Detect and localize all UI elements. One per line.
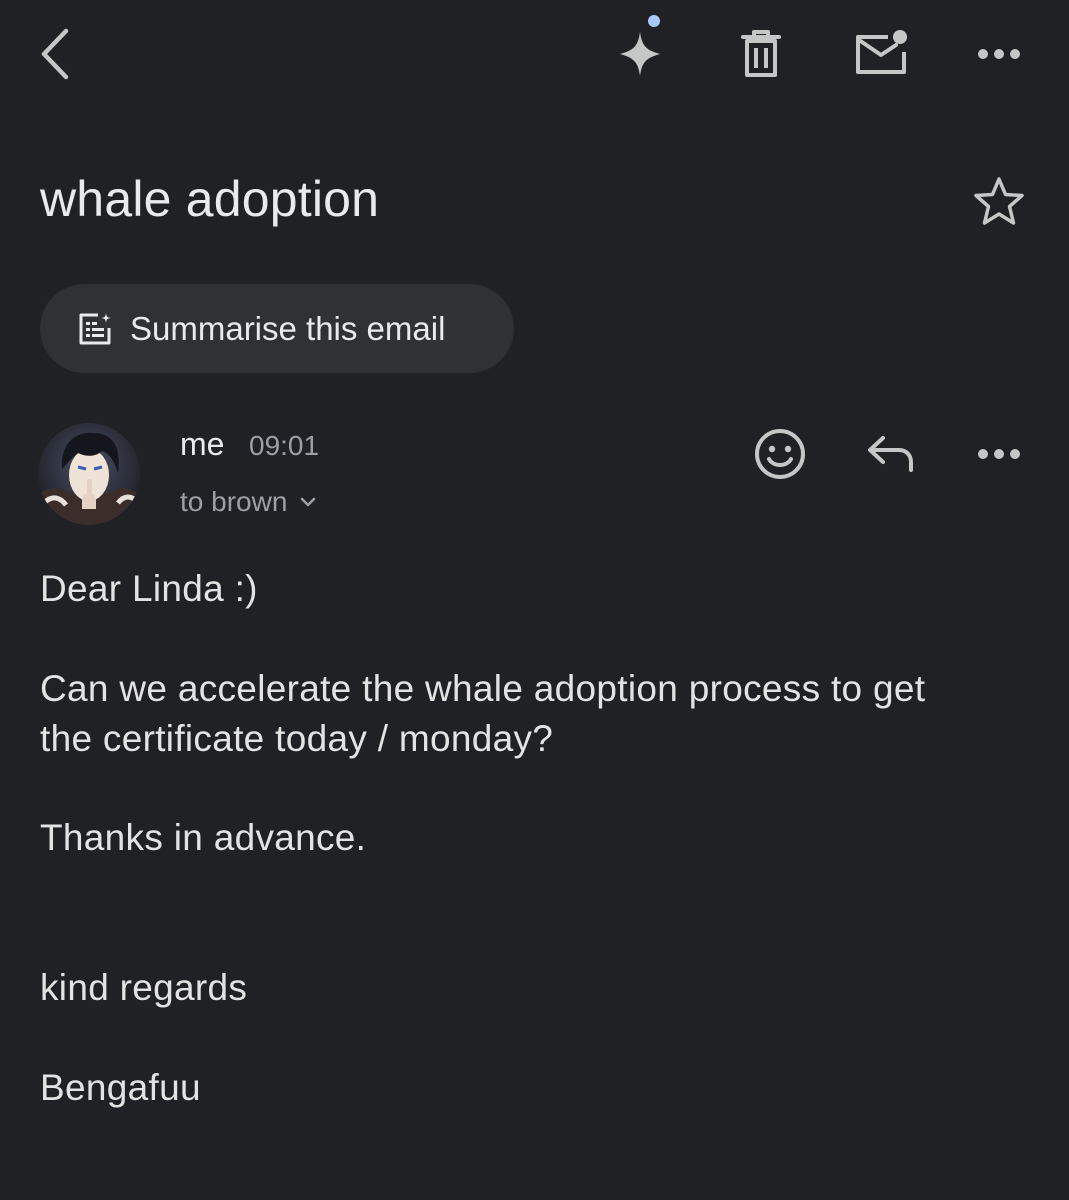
recipient-label: to brown xyxy=(180,486,288,517)
delete-button[interactable] xyxy=(734,26,788,82)
add-reaction-button[interactable] xyxy=(750,424,810,484)
body-paragraph-line: Can we accelerate the whale adoption pro… xyxy=(40,668,926,709)
ai-assistant-button[interactable] xyxy=(612,10,672,80)
chevron-down-icon xyxy=(299,496,317,508)
back-button[interactable] xyxy=(30,24,80,84)
reply-icon xyxy=(868,436,913,472)
mail-unread-icon xyxy=(856,30,907,74)
body-signature: Bengafuu xyxy=(40,1067,201,1108)
summarise-icon xyxy=(78,312,112,346)
more-horizontal-icon xyxy=(978,449,1020,459)
body-closing: kind regards xyxy=(40,967,248,1008)
summarise-email-button[interactable]: Summarise this email xyxy=(40,284,514,373)
body-greeting: Dear Linda :) xyxy=(40,568,258,609)
body-paragraph-line: the certificate today / monday? xyxy=(40,718,554,759)
star-outline-icon xyxy=(974,177,1024,225)
recipient-details-toggle[interactable]: to brown xyxy=(180,482,317,522)
sender-name: me xyxy=(180,426,225,462)
emoji-icon xyxy=(755,429,805,479)
star-button[interactable] xyxy=(968,170,1030,232)
email-subject: whale adoption xyxy=(40,171,380,227)
message-more-options-button[interactable] xyxy=(972,436,1026,472)
more-horizontal-icon xyxy=(978,49,1020,59)
sparkle-icon xyxy=(620,15,660,76)
sender-avatar[interactable] xyxy=(38,423,140,525)
summarise-email-label: Summarise this email xyxy=(130,309,446,347)
trash-icon xyxy=(741,30,781,77)
body-thanks: Thanks in advance. xyxy=(40,817,367,858)
mark-unread-button[interactable] xyxy=(850,26,912,78)
message-time: 09:01 xyxy=(249,430,320,461)
chevron-left-icon xyxy=(41,28,69,80)
reply-button[interactable] xyxy=(860,428,920,480)
more-options-button[interactable] xyxy=(972,36,1026,72)
